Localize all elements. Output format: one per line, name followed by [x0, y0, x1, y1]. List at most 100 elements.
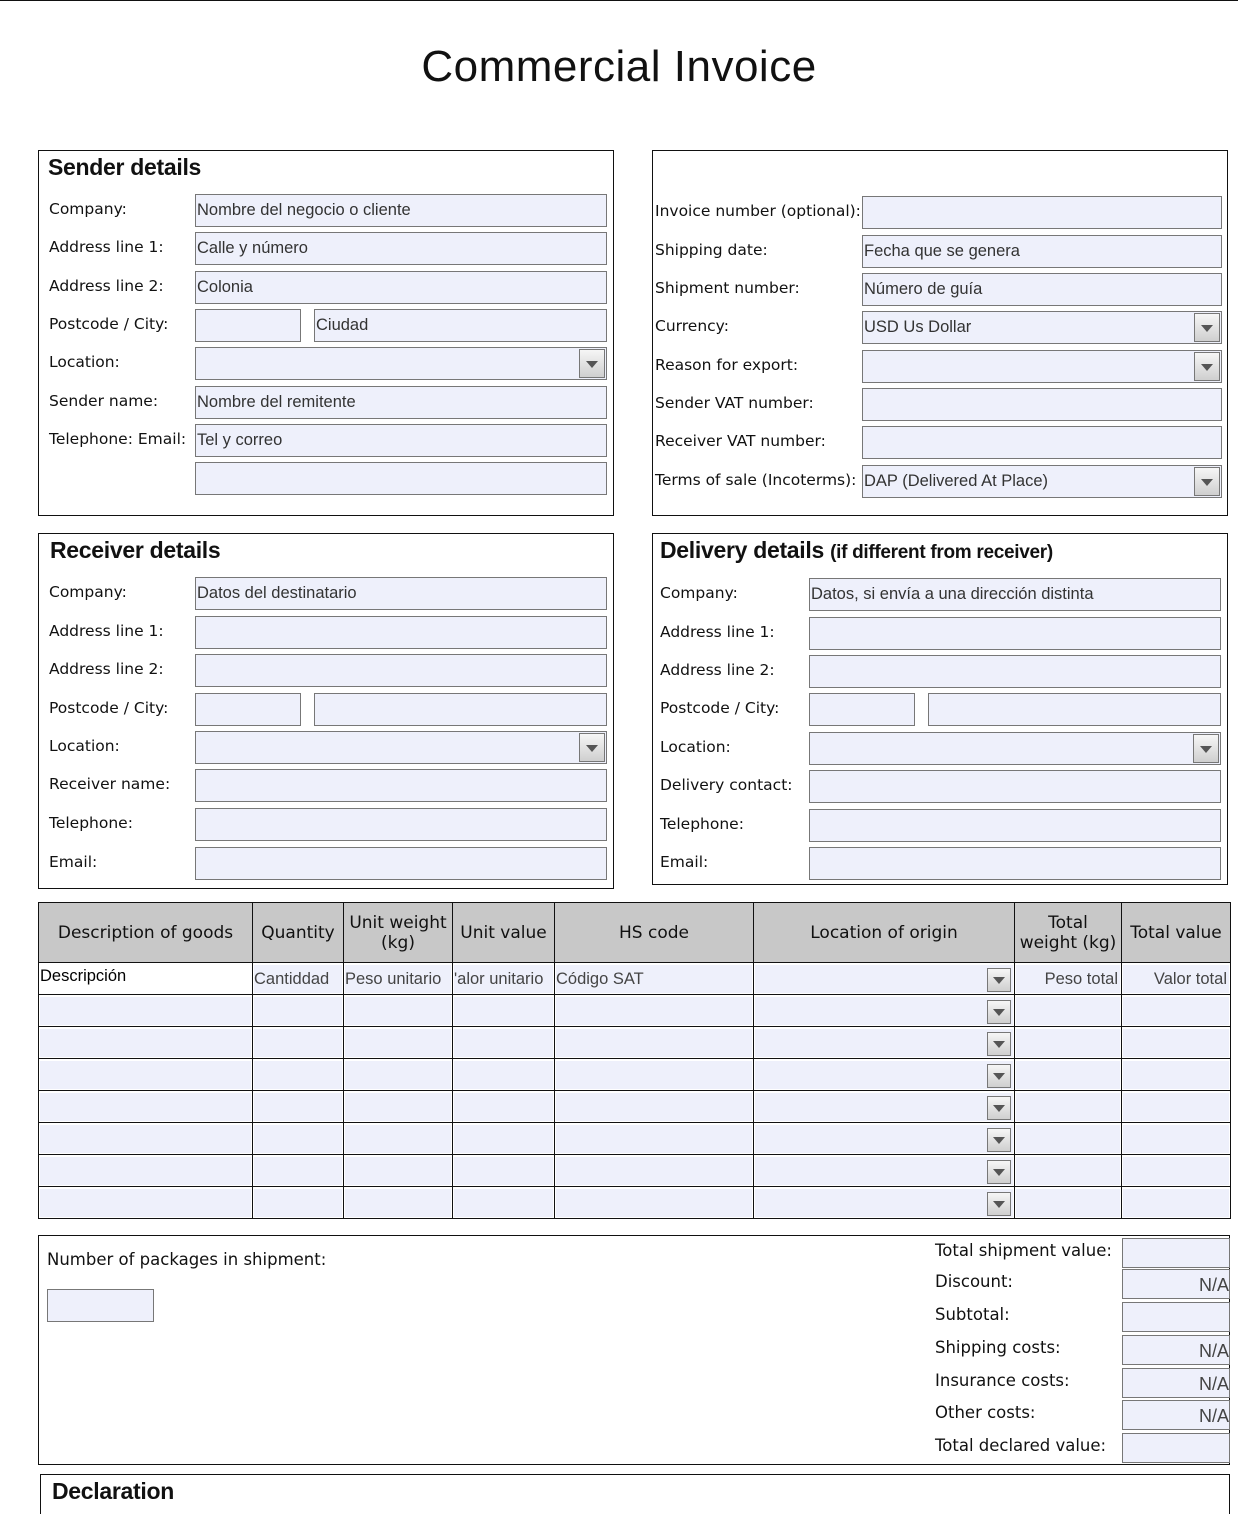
receiver-receiver-name-input[interactable] — [195, 769, 607, 802]
receiver-address-line-1-input[interactable] — [195, 616, 607, 649]
packages-input[interactable] — [47, 1289, 154, 1322]
goods-unit-weight-kg-input[interactable] — [345, 1156, 451, 1185]
chevron-down-icon[interactable] — [1194, 352, 1220, 381]
invoice-terms-of-sale-incoterms-select[interactable]: DAP (Delivered At Place) — [862, 465, 1222, 498]
invoice-invoice-number-optional-input[interactable] — [862, 196, 1222, 229]
sender-email-input[interactable] — [195, 462, 607, 495]
goods-description-of-goods-input[interactable] — [40, 1028, 251, 1057]
goods-total-value-input[interactable] — [1123, 1028, 1229, 1057]
invoice-currency-select[interactable]: USD Us Dollar — [862, 311, 1222, 344]
sender-sender-name-input[interactable]: Nombre del remitente — [195, 386, 607, 419]
chevron-down-icon[interactable] — [987, 1095, 1011, 1120]
goods-total-value-input[interactable] — [1123, 1092, 1229, 1121]
invoice-sender-vat-number-input[interactable] — [862, 388, 1222, 421]
chevron-down-icon[interactable] — [987, 999, 1011, 1024]
goods-unit-value-input[interactable]: 'alor unitario — [454, 964, 553, 993]
chevron-down-icon[interactable] — [987, 1063, 1011, 1088]
delivery-city-input[interactable] — [928, 693, 1221, 726]
sender-address-line-1-input[interactable]: Calle y número — [195, 232, 607, 265]
goods-total-value-input[interactable] — [1123, 1060, 1229, 1089]
goods-hs-code-input[interactable] — [556, 1060, 752, 1089]
totals-discount-input[interactable]: N/A — [1122, 1269, 1230, 1299]
goods-hs-code-input[interactable] — [556, 1156, 752, 1185]
sender-company-input[interactable]: Nombre del negocio o cliente — [195, 194, 607, 227]
totals-total-shipment-value-input[interactable] — [1122, 1238, 1230, 1268]
goods-hs-code-input[interactable] — [556, 1188, 752, 1217]
goods-total-weight-kg-input[interactable] — [1016, 1124, 1120, 1153]
goods-total-weight-kg-input[interactable] — [1016, 1028, 1120, 1057]
goods-hs-code-input[interactable] — [556, 1028, 752, 1057]
chevron-down-icon[interactable] — [987, 1127, 1011, 1152]
chevron-down-icon[interactable] — [1194, 467, 1220, 496]
goods-hs-code-input[interactable] — [556, 996, 752, 1025]
delivery-postcode-input[interactable] — [809, 693, 915, 726]
goods-quantity-input[interactable] — [254, 1060, 342, 1089]
goods-description-of-goods-input[interactable]: Descripción — [40, 964, 251, 993]
totals-other-costs-input[interactable]: N/A — [1122, 1400, 1230, 1430]
goods-location-of-origin-input[interactable] — [755, 996, 1013, 1025]
delivery-delivery-contact-input[interactable] — [809, 770, 1221, 803]
goods-hs-code-input[interactable] — [556, 1092, 752, 1121]
goods-unit-weight-kg-input[interactable] — [345, 1060, 451, 1089]
chevron-down-icon[interactable] — [987, 1159, 1011, 1184]
goods-total-value-input[interactable]: Valor total — [1123, 964, 1229, 993]
delivery-location-select[interactable] — [809, 732, 1221, 765]
sender-city-input[interactable]: Ciudad — [314, 309, 607, 342]
receiver-city-input[interactable] — [314, 693, 607, 726]
goods-total-weight-kg-input[interactable] — [1016, 996, 1120, 1025]
receiver-company-input[interactable]: Datos del destinatario — [195, 577, 607, 610]
goods-quantity-input[interactable] — [254, 1092, 342, 1121]
invoice-shipping-date-input[interactable]: Fecha que se genera — [862, 235, 1222, 268]
totals-insurance-costs-input[interactable]: N/A — [1122, 1368, 1230, 1398]
totals-subtotal-input[interactable] — [1122, 1302, 1230, 1332]
delivery-company-input[interactable]: Datos, si envía a una dirección distinta — [809, 578, 1221, 611]
goods-quantity-input[interactable] — [254, 996, 342, 1025]
goods-description-of-goods-input[interactable] — [40, 996, 251, 1025]
invoice-shipment-number-input[interactable]: Número de guía — [862, 273, 1222, 306]
chevron-down-icon[interactable] — [987, 1031, 1011, 1056]
goods-unit-value-input[interactable] — [454, 1124, 553, 1153]
totals-shipping-costs-input[interactable]: N/A — [1122, 1335, 1230, 1365]
goods-description-of-goods-input[interactable] — [40, 1060, 251, 1089]
totals-total-declared-value-input[interactable] — [1122, 1433, 1230, 1463]
goods-location-of-origin-input[interactable] — [755, 1156, 1013, 1185]
goods-unit-weight-kg-input[interactable] — [345, 1028, 451, 1057]
invoice-reason-for-export-select[interactable] — [862, 350, 1222, 383]
goods-total-value-input[interactable] — [1123, 996, 1229, 1025]
goods-quantity-input[interactable] — [254, 1124, 342, 1153]
chevron-down-icon[interactable] — [987, 1191, 1011, 1216]
sender-address-line-2-input[interactable]: Colonia — [195, 271, 607, 304]
goods-quantity-input[interactable]: Cantiddad — [254, 964, 342, 993]
goods-total-value-input[interactable] — [1123, 1124, 1229, 1153]
goods-total-weight-kg-input[interactable] — [1016, 1060, 1120, 1089]
goods-location-of-origin-input[interactable] — [755, 1124, 1013, 1153]
goods-unit-weight-kg-input[interactable] — [345, 1092, 451, 1121]
sender-telephone-email-input[interactable]: Tel y correo — [195, 424, 607, 457]
goods-location-of-origin-input[interactable] — [755, 964, 1013, 993]
sender-postcode-input[interactable] — [195, 309, 301, 342]
goods-total-weight-kg-input[interactable] — [1016, 1188, 1120, 1217]
goods-unit-value-input[interactable] — [454, 1092, 553, 1121]
goods-description-of-goods-input[interactable] — [40, 1156, 251, 1185]
goods-hs-code-input[interactable] — [556, 1124, 752, 1153]
goods-total-value-input[interactable] — [1123, 1188, 1229, 1217]
goods-location-of-origin-input[interactable] — [755, 1188, 1013, 1217]
goods-quantity-input[interactable] — [254, 1188, 342, 1217]
goods-total-value-input[interactable] — [1123, 1156, 1229, 1185]
receiver-email-input[interactable] — [195, 847, 607, 880]
goods-location-of-origin-input[interactable] — [755, 1028, 1013, 1057]
goods-unit-value-input[interactable] — [454, 1060, 553, 1089]
goods-unit-value-input[interactable] — [454, 1028, 553, 1057]
goods-unit-weight-kg-input[interactable] — [345, 1188, 451, 1217]
chevron-down-icon[interactable] — [579, 349, 605, 378]
goods-unit-value-input[interactable] — [454, 1188, 553, 1217]
goods-description-of-goods-input[interactable] — [40, 1188, 251, 1217]
goods-quantity-input[interactable] — [254, 1156, 342, 1185]
goods-unit-value-input[interactable] — [454, 996, 553, 1025]
goods-unit-weight-kg-input[interactable]: Peso unitario — [345, 964, 451, 993]
receiver-telephone-input[interactable] — [195, 808, 607, 841]
goods-location-of-origin-input[interactable] — [755, 1092, 1013, 1121]
receiver-address-line-2-input[interactable] — [195, 654, 607, 687]
delivery-address-line-2-input[interactable] — [809, 655, 1221, 688]
goods-quantity-input[interactable] — [254, 1028, 342, 1057]
